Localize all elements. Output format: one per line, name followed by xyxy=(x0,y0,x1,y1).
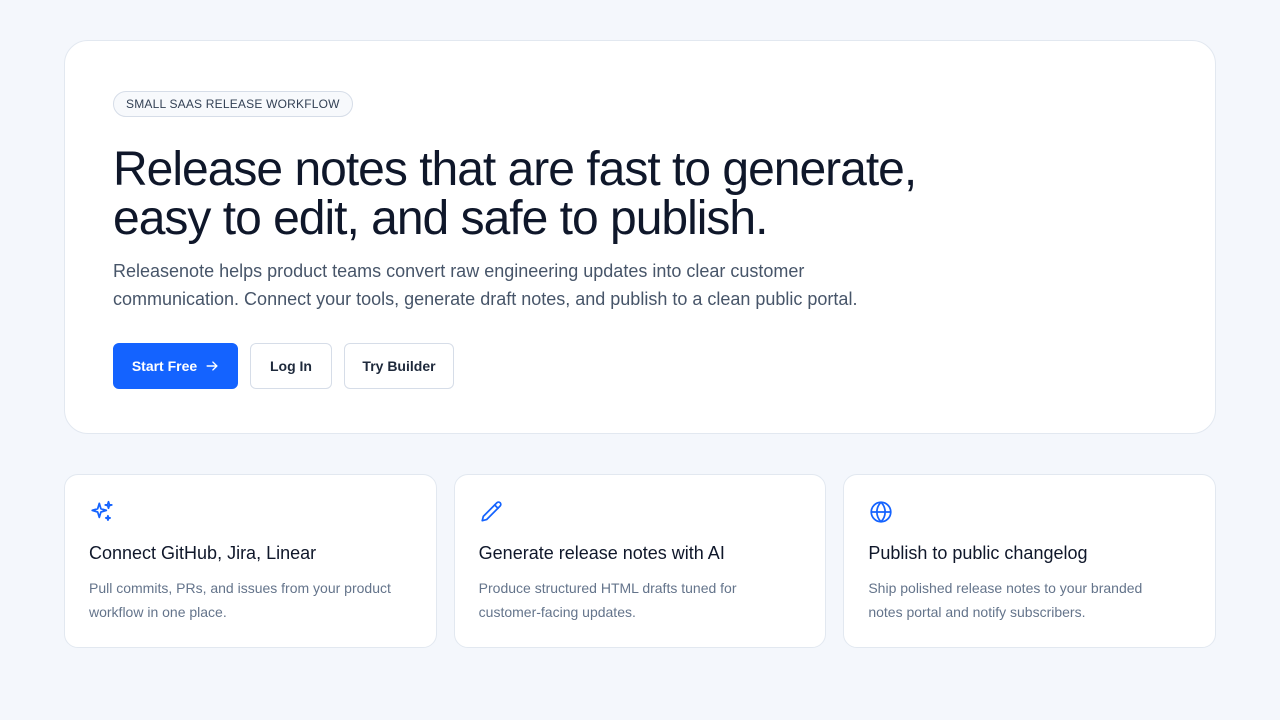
try-builder-button[interactable]: Try Builder xyxy=(344,343,454,389)
feature-description: Ship polished release notes to your bran… xyxy=(868,580,1143,620)
arrow-right-icon xyxy=(206,361,218,371)
feature-description: Pull commits, PRs, and issues from your … xyxy=(89,580,391,620)
feature-cards: Connect GitHub, Jira, Linear Pull commit… xyxy=(64,474,1217,648)
feature-title: Generate release notes with AI xyxy=(478,543,725,563)
hero-card: SMALL SAAS RELEASE WORKFLOW Release note… xyxy=(64,40,1216,434)
feature-title: Connect GitHub, Jira, Linear xyxy=(89,543,317,563)
globe-icon xyxy=(868,499,894,525)
start-free-label: Start Free xyxy=(131,358,198,374)
feature-card-generate: Generate release notes with AI Produce s… xyxy=(453,474,827,648)
feature-title: Publish to public changelog xyxy=(868,543,1088,563)
sparkles-icon xyxy=(89,499,115,525)
feature-card-connect: Connect GitHub, Jira, Linear Pull commit… xyxy=(64,474,437,648)
workflow-badge: SMALL SAAS RELEASE WORKFLOW xyxy=(113,91,353,117)
log-in-button[interactable]: Log In xyxy=(250,343,332,389)
pencil-icon xyxy=(479,499,505,525)
landing-page: SMALL SAAS RELEASE WORKFLOW Release note… xyxy=(0,0,1280,720)
start-free-button[interactable]: Start Free xyxy=(113,343,238,389)
hero-headline: Release notes that are fast to generate,… xyxy=(113,145,1013,243)
headline-line-1: Release notes that are fast to generate, xyxy=(113,143,917,196)
hero-description: Releasenote helps product teams convert … xyxy=(113,261,858,309)
headline-line-2: easy to edit, and safe to publish. xyxy=(113,192,768,245)
feature-card-publish: Publish to public changelog Ship polishe… xyxy=(843,474,1217,648)
hero-actions: Start Free Log In Try Builder xyxy=(113,343,1167,389)
feature-description: Produce structured HTML drafts tuned for… xyxy=(478,580,737,620)
